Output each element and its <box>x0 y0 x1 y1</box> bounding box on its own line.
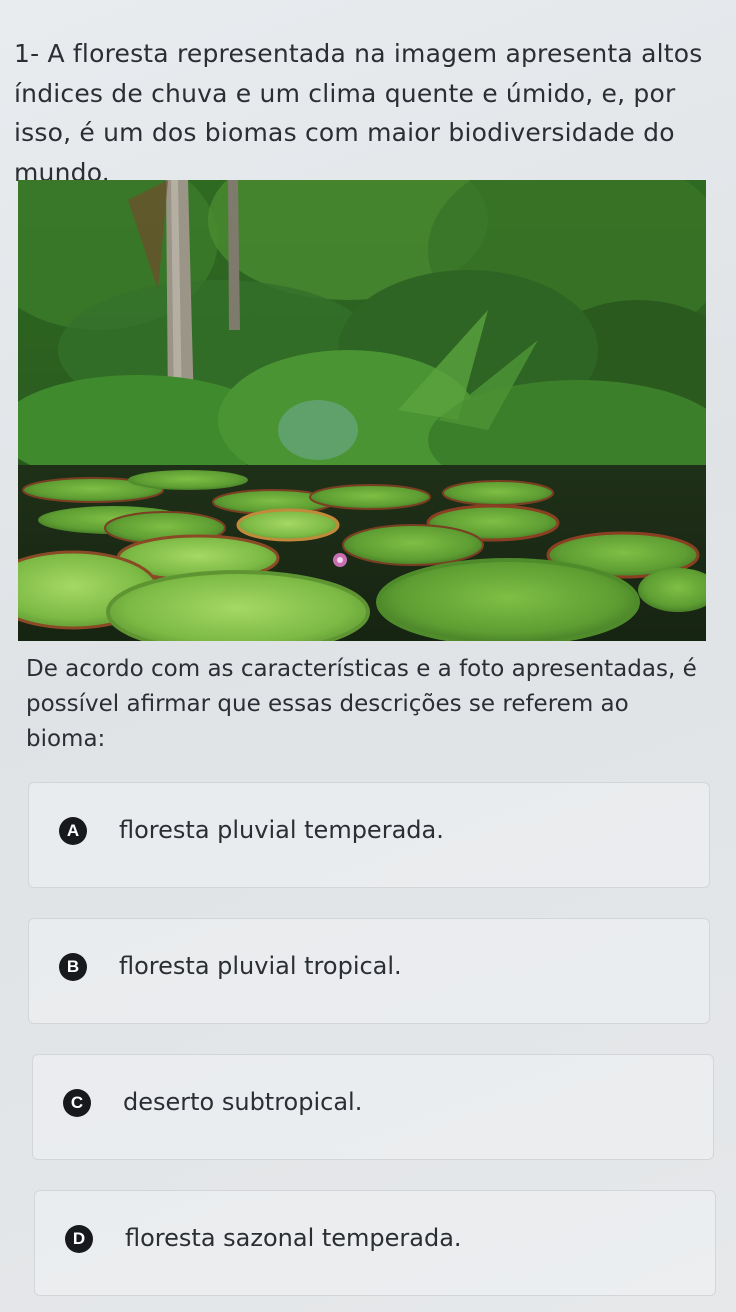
option-c[interactable]: C deserto subtropical. <box>32 1054 714 1160</box>
option-b-badge: B <box>59 953 87 981</box>
prompt-text: De acordo com as características e a fot… <box>26 656 697 752</box>
question-text: 1- A floresta representada na imagem apr… <box>14 39 703 187</box>
rainforest-photo <box>18 180 706 641</box>
option-c-text: deserto subtropical. <box>123 1088 363 1116</box>
option-a-text: floresta pluvial temperada. <box>119 816 444 844</box>
option-b[interactable]: B floresta pluvial tropical. <box>28 918 710 1024</box>
option-a-badge: A <box>59 817 87 845</box>
option-d-text: floresta sazonal temperada. <box>125 1224 462 1252</box>
option-d[interactable]: D floresta sazonal temperada. <box>34 1190 716 1296</box>
option-d-badge: D <box>65 1225 93 1253</box>
option-c-badge: C <box>63 1089 91 1117</box>
option-a[interactable]: A floresta pluvial temperada. <box>28 782 710 888</box>
rainforest-illustration <box>18 180 706 641</box>
option-b-text: floresta pluvial tropical. <box>119 952 402 980</box>
